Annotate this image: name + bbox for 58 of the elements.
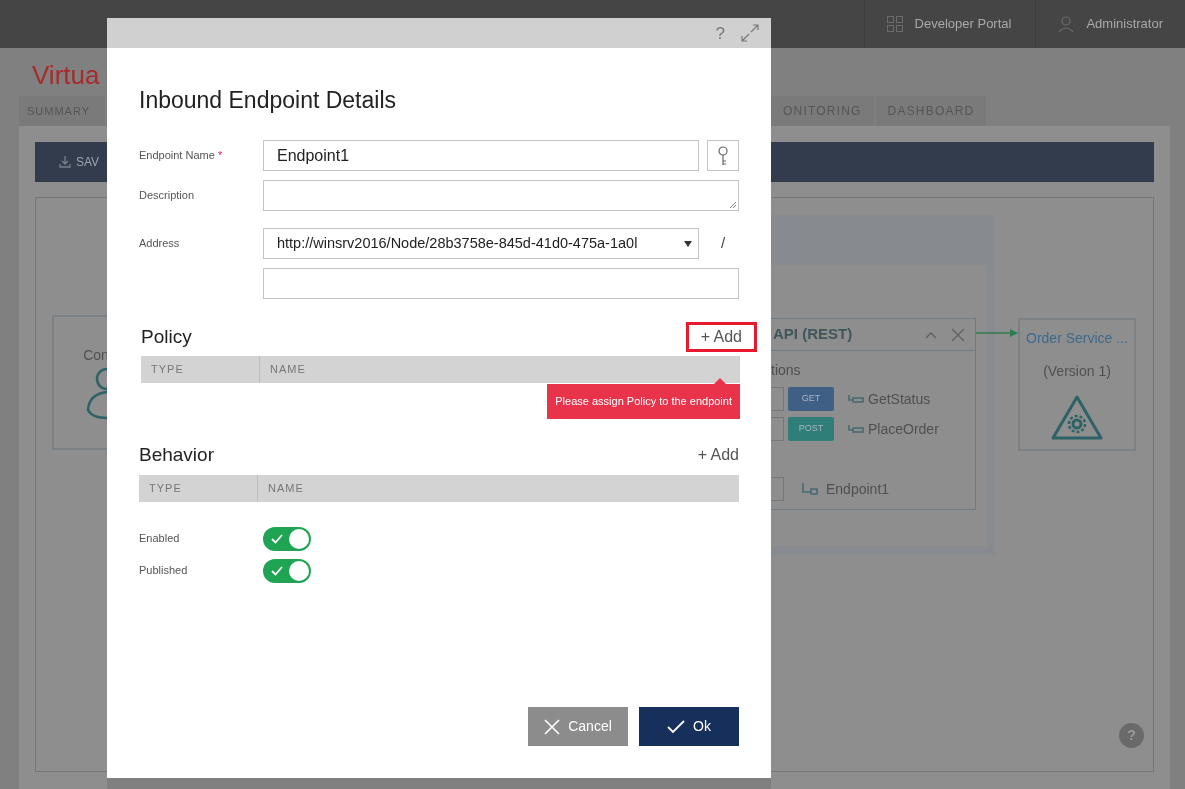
close-icon (544, 718, 561, 735)
column-header: TYPE (139, 474, 258, 502)
caret-icon (684, 240, 692, 247)
key-icon (718, 145, 728, 166)
endpoint-icon (802, 483, 818, 495)
key-button[interactable] (707, 140, 739, 171)
check-icon (271, 533, 283, 544)
toggle-label: Published (139, 564, 188, 577)
save-button[interactable]: SAV (35, 153, 100, 171)
column-header: NAME (269, 362, 306, 378)
add-button[interactable]: + Add (685, 321, 757, 353)
column-header: NAME (267, 480, 304, 496)
node-title: Order Service ... (1026, 329, 1128, 348)
page-title: Virtua (31, 59, 101, 92)
text-field[interactable] (263, 268, 739, 299)
top-bar-link[interactable]: Administrator (1086, 14, 1163, 34)
field-label: Description (139, 189, 195, 202)
section-title: Policy (141, 324, 192, 349)
node-subtitle: (Version 1) (1043, 362, 1111, 381)
node-title: API (REST) (773, 324, 854, 345)
field-label: Address (139, 237, 180, 250)
text-area[interactable] (263, 180, 739, 211)
user-icon (1058, 16, 1075, 32)
error-tooltip: Please assign Policy to the endpoint (547, 384, 740, 419)
help-button[interactable]: ? (715, 24, 725, 42)
close-icon[interactable] (951, 327, 965, 342)
check-icon (667, 719, 686, 734)
field-label: Endpoint Name * (139, 149, 223, 162)
column-header: TYPE (141, 356, 260, 383)
method-badge: GET (788, 387, 834, 411)
address-dropdown[interactable]: http://winsrv2016/Node/28b3758e-845d-41d0-475a-1a0l (263, 228, 699, 259)
path-separator: / (721, 233, 726, 254)
endpoint-name: Endpoint1 (826, 479, 890, 499)
operation-name: PlaceOrder (868, 419, 939, 439)
link-icon (848, 424, 864, 434)
grid-icon (886, 16, 903, 32)
toggle-switch[interactable] (263, 558, 311, 583)
check-icon (271, 565, 283, 576)
resize-handle-icon[interactable] (729, 201, 737, 209)
top-bar-link[interactable]: Developer Portal (914, 14, 1012, 34)
chevron-up-icon[interactable] (925, 330, 937, 339)
person-icon (86, 366, 108, 420)
text-field[interactable]: Endpoint1 (263, 140, 699, 171)
expand-icon[interactable] (741, 24, 759, 42)
section-title: Behavior (139, 443, 214, 468)
gear-icon (1050, 394, 1104, 442)
add-button[interactable]: + Add (682, 440, 754, 471)
connector-arrow (976, 328, 1018, 338)
link-icon (848, 394, 864, 404)
dialog-title: Inbound Endpoint Details (139, 86, 398, 114)
cancel-button[interactable]: Cancel (528, 707, 628, 746)
toggle-label: Enabled (139, 532, 180, 545)
ok-button[interactable]: Ok (639, 707, 739, 746)
method-badge: POST (788, 417, 834, 441)
operation-name: GetStatus (868, 389, 931, 409)
download-icon (59, 156, 71, 168)
section-label: tions (771, 361, 802, 380)
toggle-switch[interactable] (263, 526, 311, 551)
